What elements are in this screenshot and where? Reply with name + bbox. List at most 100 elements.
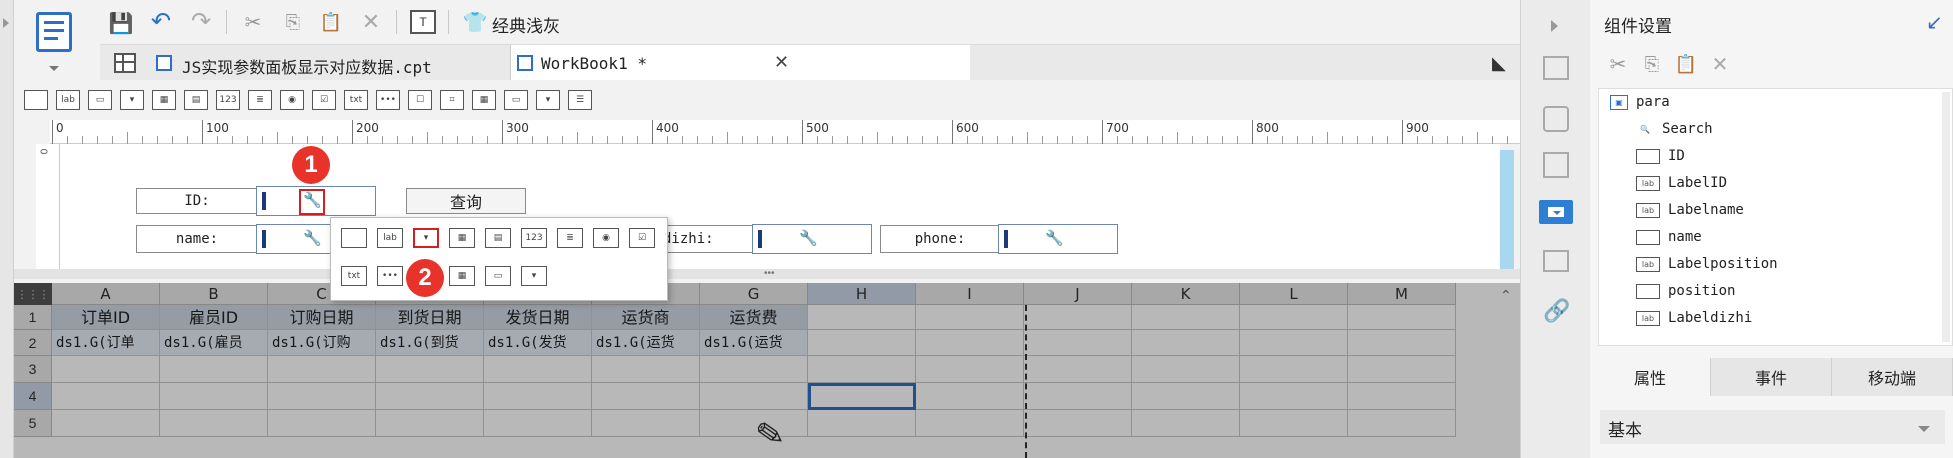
delete-icon[interactable]: ✕ [1708, 52, 1732, 76]
link-icon[interactable]: 🔗 [1543, 298, 1570, 324]
wrench-icon[interactable]: 🔧 [303, 193, 322, 208]
tab-menu-icon[interactable]: ◣ [1492, 53, 1506, 74]
tab-workbook[interactable]: WorkBook1 * ✕ [510, 45, 970, 82]
tab-events[interactable]: 事件 [1711, 358, 1832, 396]
ruler-minor-tick [157, 136, 158, 144]
palette-textarea-icon[interactable]: ≣ [248, 90, 272, 110]
phone-field[interactable]: 🔧 [998, 224, 1118, 254]
palette-combo-icon[interactable]: ▾ [120, 90, 144, 110]
id-field[interactable]: 🔧 [256, 186, 376, 216]
expand-arrow-icon[interactable] [3, 18, 9, 28]
redo-icon[interactable]: ↷ [188, 8, 214, 35]
copy-icon[interactable]: ⎘ [1640, 52, 1664, 76]
panel-resize-bar[interactable] [1500, 150, 1514, 269]
scroll-up-icon[interactable]: ⌃ [1500, 287, 1516, 303]
popup-123-icon[interactable]: 123 [521, 228, 547, 248]
popup-checkbox-icon[interactable]: ☑ [629, 228, 655, 248]
widget-popup: lab▾▦▤123≣◉☑txt•••⌗▦▭▾ [330, 217, 668, 301]
paste-icon[interactable]: 📋 [1674, 52, 1698, 76]
palette-123-icon[interactable]: 123 [216, 90, 240, 110]
ruler-minor-tick [1342, 136, 1343, 144]
list-icon[interactable] [1543, 250, 1569, 272]
palette-checkbox-icon[interactable]: ☑ [312, 90, 336, 110]
popup-lab-icon[interactable]: lab [377, 228, 403, 248]
palette-radio-icon[interactable]: ◉ [280, 90, 304, 110]
palette-txt-icon[interactable]: txt [344, 90, 368, 110]
palette-calendar-icon[interactable]: ▤ [184, 90, 208, 110]
section-basic[interactable]: 基本 [1600, 410, 1945, 444]
tree-item-label: Search [1662, 121, 1713, 137]
palette-tree-icon[interactable]: ⌗ [440, 90, 464, 110]
wrench-icon[interactable]: 🔧 [303, 231, 322, 246]
dizhi-field[interactable]: 🔧 [752, 224, 872, 254]
collapse-panel-icon[interactable]: ↙ [1926, 10, 1943, 35]
popup-textarea-icon[interactable]: ≣ [557, 228, 583, 248]
theme-icon[interactable]: 👕 [462, 9, 488, 35]
label-name[interactable]: name: [136, 225, 258, 253]
popup-text-icon[interactable] [341, 228, 367, 248]
palette-lab-icon[interactable]: lab [56, 90, 80, 110]
preview-icon[interactable]: T [410, 10, 436, 34]
cut-icon[interactable]: ✂ [1606, 52, 1630, 76]
popup-password-icon[interactable]: ••• [377, 266, 403, 286]
popup-list-icon[interactable]: ▭ [485, 266, 511, 286]
settings-icon[interactable] [1543, 106, 1569, 132]
tree-item-position[interactable]: position [1636, 281, 1735, 301]
palette-down-combo-icon[interactable]: ▾ [536, 90, 560, 110]
tree-item-id[interactable]: ID [1636, 146, 1685, 166]
widget-settings-icon[interactable] [1539, 200, 1573, 224]
copy-icon[interactable]: ⎘ [280, 9, 306, 35]
ruler-minor-tick [892, 136, 893, 144]
cut-icon[interactable]: ✂ [240, 9, 266, 35]
popup-radio-icon[interactable]: ◉ [593, 228, 619, 248]
wrench-icon[interactable]: 🔧 [799, 231, 818, 246]
popup-txt-icon[interactable]: txt [341, 266, 367, 286]
tree-item-name[interactable]: name [1636, 227, 1702, 247]
save-icon[interactable]: 💾 [108, 10, 134, 36]
palette-tree-combo-icon[interactable]: ▦ [472, 90, 496, 110]
palette-text-icon[interactable] [24, 90, 48, 110]
left-collapse-strip[interactable] [0, 0, 14, 458]
tree-item-labeldizhi[interactable]: lab Labeldizhi [1636, 308, 1752, 328]
ruler-minor-tick [457, 136, 458, 144]
wrench-icon[interactable]: 🔧 [1045, 231, 1064, 246]
popup-down-combo-icon[interactable]: ▾ [521, 266, 547, 286]
theme-label[interactable]: 经典浅灰 [492, 12, 560, 37]
palette-more-icon[interactable]: ☰ [568, 90, 592, 110]
splitter[interactable]: ••• [14, 269, 1520, 279]
popup-tree-combo-icon[interactable]: ▦ [449, 266, 475, 286]
undo-icon[interactable]: ↶ [148, 8, 174, 35]
collapse-arrow-icon[interactable] [1551, 20, 1558, 32]
palette-button-icon[interactable]: ▭ [88, 90, 112, 110]
ruler-minor-tick [1147, 136, 1148, 144]
tree-item-labelid[interactable]: lab LabelID [1636, 173, 1727, 193]
label-id[interactable]: ID: [136, 188, 258, 214]
tree-scrollbar[interactable] [1942, 92, 1950, 342]
tree-item-labelposition[interactable]: lab Labelposition [1636, 254, 1778, 274]
tab-mobile[interactable]: 移动端 [1832, 358, 1953, 396]
chevron-down-icon [1918, 426, 1930, 432]
tree-item-para[interactable]: ▣ para [1610, 92, 1670, 112]
delete-icon[interactable]: ✕ [358, 9, 384, 35]
label-phone[interactable]: phone: [880, 225, 1000, 253]
palette-password-icon[interactable]: ••• [376, 90, 400, 110]
tab-properties[interactable]: 属性 [1590, 358, 1711, 396]
query-button[interactable]: 查询 [406, 188, 526, 214]
palette-list-icon[interactable]: ▭ [504, 90, 528, 110]
frame-icon[interactable] [1543, 152, 1569, 178]
popup-calendar-icon[interactable]: ▤ [485, 228, 511, 248]
palette-tag-icon[interactable]: ☐ [408, 90, 432, 110]
paste-icon[interactable]: 📋 [318, 9, 344, 35]
parameter-panel: ID: 🔧 查询 name: 🔧 dizhi: 🔧 phone: 🔧 [60, 144, 1500, 269]
popup-date-icon[interactable]: ▦ [449, 228, 475, 248]
tab-cpt[interactable]: JS实现参数面板显示对应数据.cpt ✕ [148, 45, 533, 81]
tree-item-labelname[interactable]: lab Labelname [1636, 200, 1744, 220]
popup-combo-icon[interactable]: ▾ [413, 228, 439, 248]
layout-icon[interactable] [1543, 56, 1569, 80]
app-menu-button[interactable] [28, 8, 82, 80]
grid-view-icon[interactable] [114, 53, 136, 73]
palette-date-icon[interactable]: ▦ [152, 90, 176, 110]
ruler-minor-tick [817, 136, 818, 144]
close-icon[interactable]: ✕ [774, 52, 789, 73]
tree-item-search[interactable]: 🔍 Search [1636, 119, 1713, 139]
